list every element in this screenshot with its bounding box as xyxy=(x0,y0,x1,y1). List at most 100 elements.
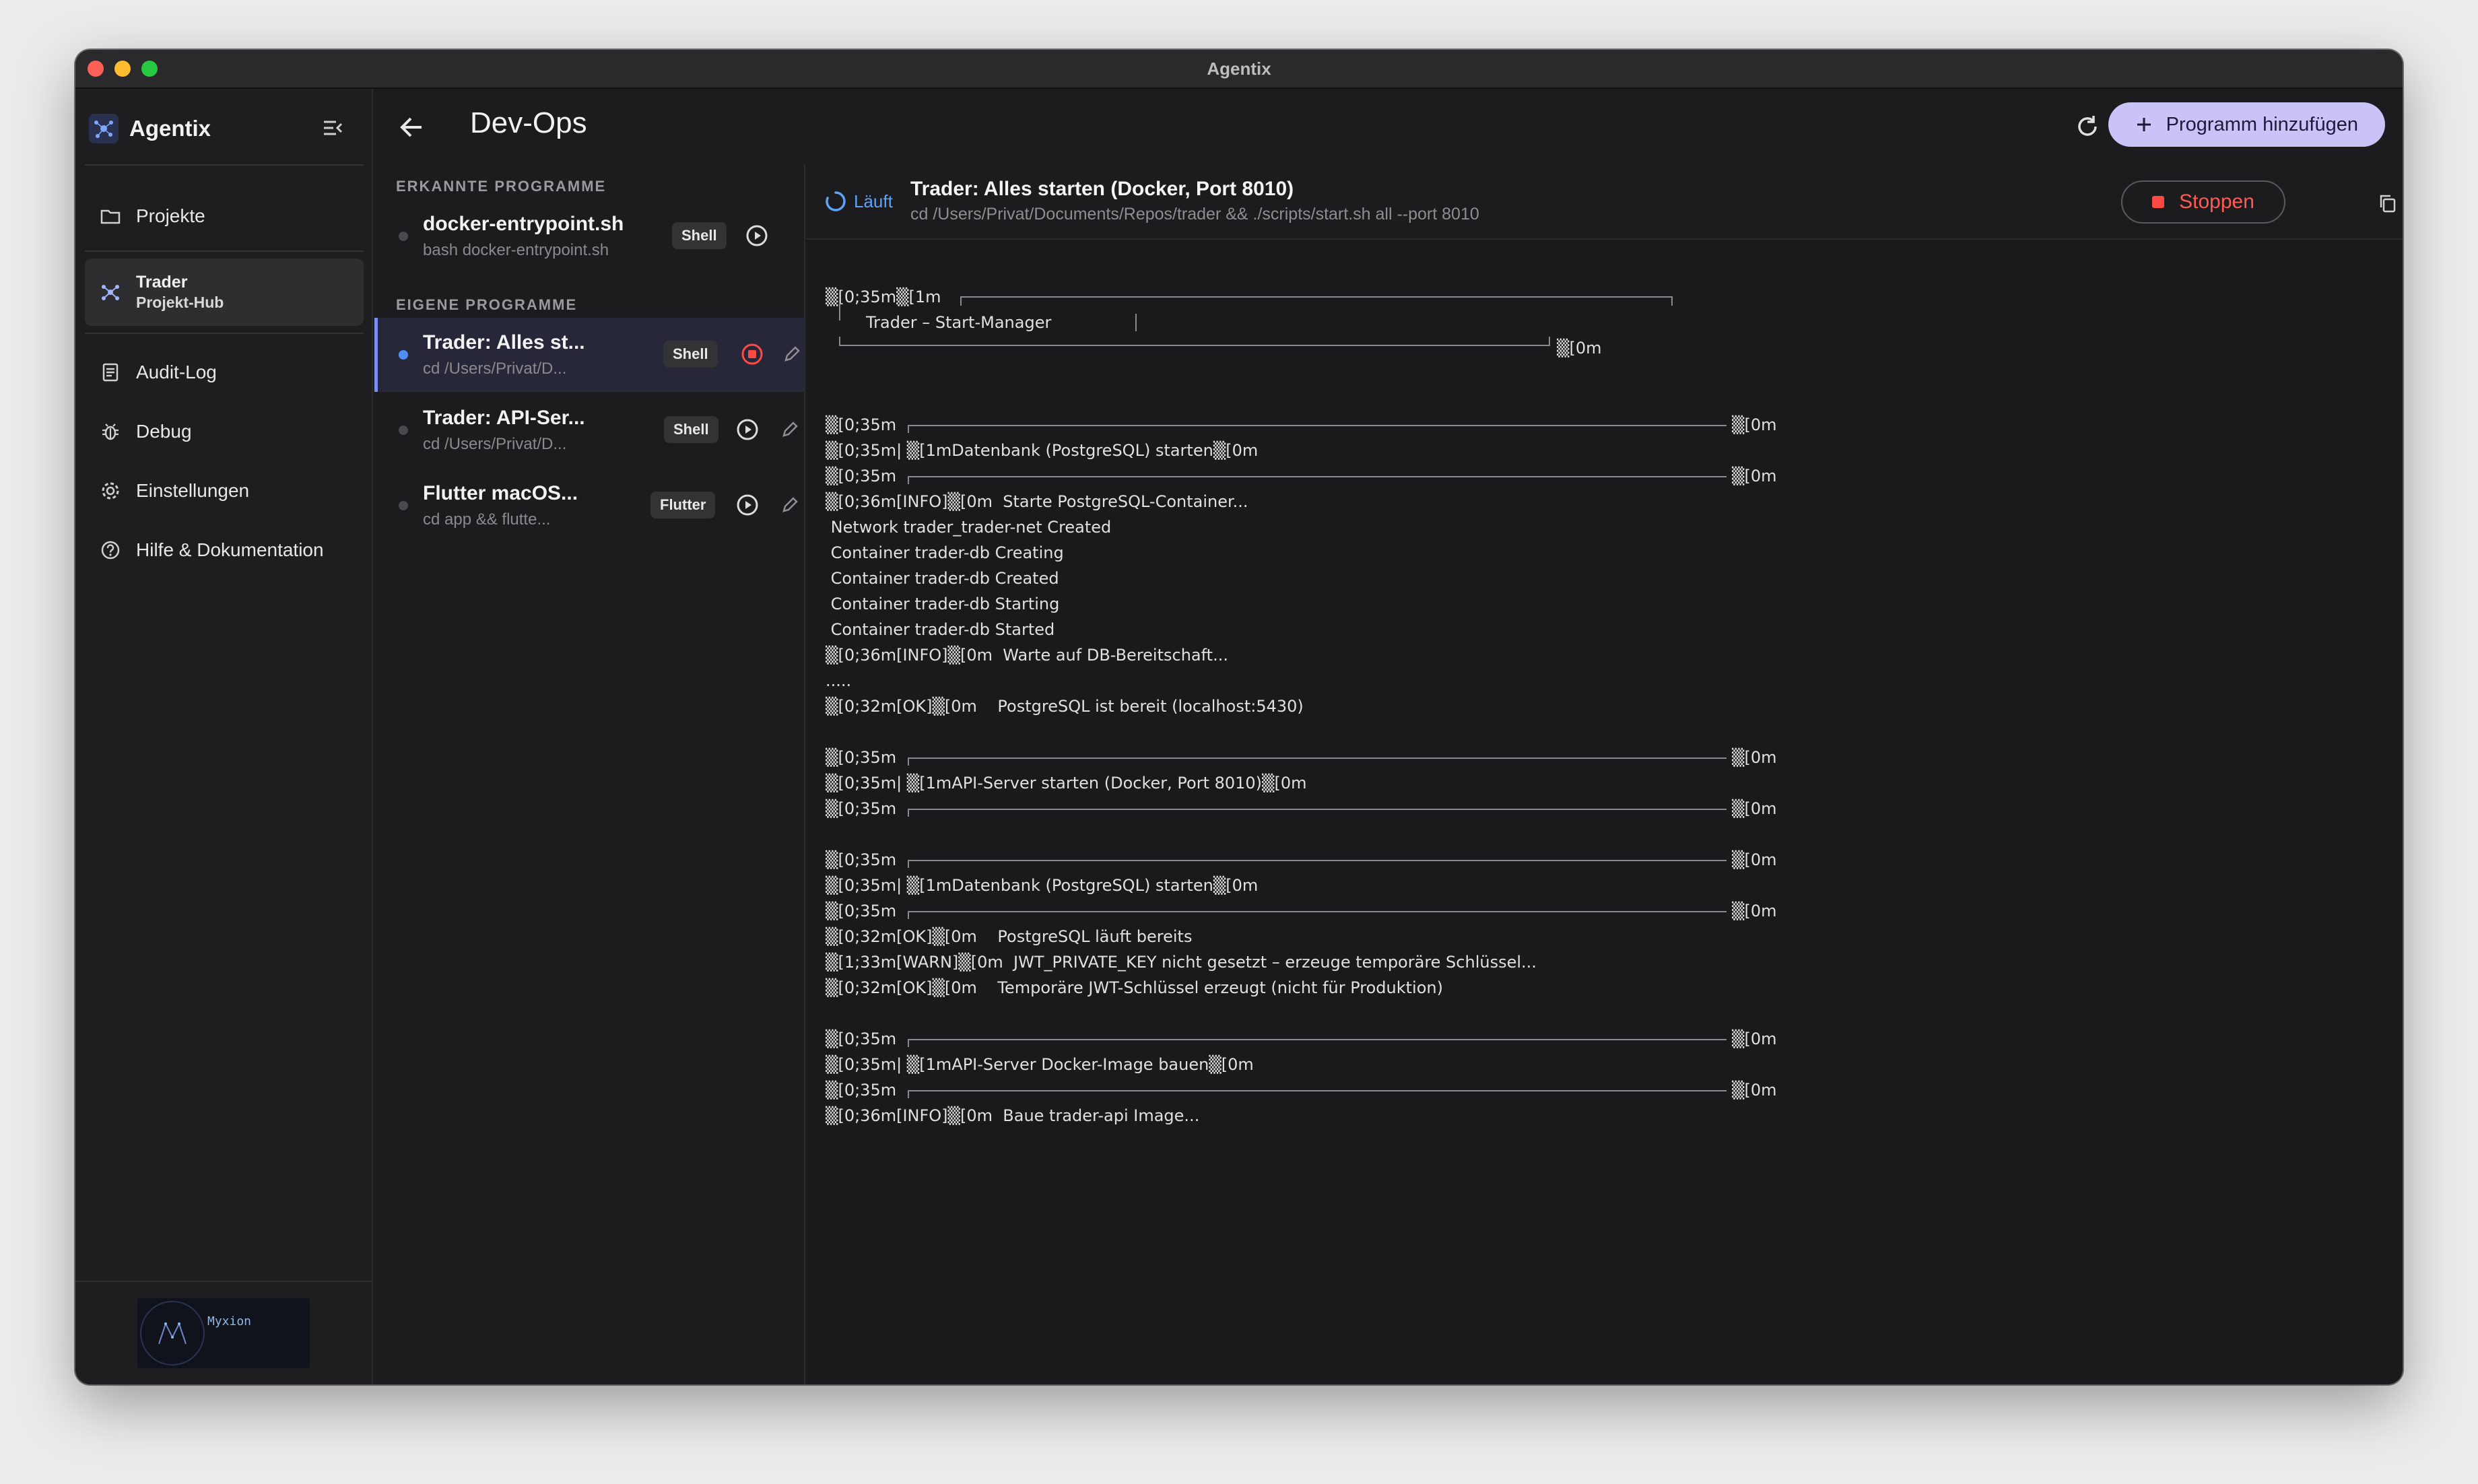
sidebar-item-audit-log[interactable]: Audit-Log xyxy=(85,349,364,396)
spinner-icon xyxy=(826,191,846,211)
app-window: Agentix Agentix Projekte Trader Projekt-… xyxy=(75,50,2403,1384)
log-line: ▒[0;35m▒[1m xyxy=(826,288,941,306)
banner-rule xyxy=(839,303,840,321)
log-line: ▒[0;35m| ▒[1mDatenbank (PostgreSQL) star… xyxy=(826,876,1259,895)
audit-log-icon xyxy=(102,363,119,382)
log-line-end: ▒[0m xyxy=(1732,850,1777,869)
banner-title: Trader – Start-Manager xyxy=(866,313,1052,332)
start-button[interactable] xyxy=(734,492,761,518)
log-rule xyxy=(908,911,1727,912)
stop-label: Stoppen xyxy=(2179,191,2254,213)
program-item-docker-entrypoint[interactable]: docker-entrypoint.sh bash docker-entrypo… xyxy=(374,199,804,273)
brand-name: Agentix xyxy=(129,116,211,141)
sidebar-item-label: Trader xyxy=(136,273,188,292)
bug-icon xyxy=(102,424,119,440)
program-item-trader-api[interactable]: Trader: API-Ser... cd /Users/Privat/D...… xyxy=(374,393,804,467)
log-rule xyxy=(908,757,1727,759)
detail-title: Trader: Alles starten (Docker, Port 8010… xyxy=(910,178,1294,200)
zoom-window-button[interactable] xyxy=(141,61,158,77)
banner-rule xyxy=(960,296,1673,298)
sidebar-item-label: Audit-Log xyxy=(136,362,217,382)
program-item-flutter-macos[interactable]: Flutter macOS... cd app && flutte... Flu… xyxy=(374,469,804,543)
pencil-icon xyxy=(784,346,800,362)
section-title-own: EIGENE PROGRAMME xyxy=(396,296,578,313)
banner-rule xyxy=(1135,314,1137,331)
log-line: Network trader_trader-net Created xyxy=(826,518,1112,537)
program-name: Trader: Alles st... xyxy=(423,331,585,353)
add-program-button[interactable]: Programm hinzufügen xyxy=(2108,102,2385,147)
copy-log-button[interactable] xyxy=(2376,191,2400,215)
sidebar-item-einstellungen[interactable]: Einstellungen xyxy=(85,467,364,514)
log-line: Container trader-db Created xyxy=(826,569,1059,588)
status-dot xyxy=(399,232,408,241)
sidebar-footer: Myxion xyxy=(75,1281,372,1384)
title-bar: Agentix xyxy=(75,50,2403,89)
log-line: ▒[0;35m xyxy=(826,1081,897,1100)
sidebar-item-label: Projekte xyxy=(136,205,205,226)
log-line: ▒[0;36m[INFO]▒[0m Baue trader-api Image.… xyxy=(826,1106,1200,1125)
sidebar-item-hilfe[interactable]: Hilfe & Dokumentation xyxy=(85,527,364,574)
close-window-button[interactable] xyxy=(88,61,104,77)
detail-command: cd /Users/Privat/Documents/Repos/trader … xyxy=(910,205,1479,224)
hub-icon xyxy=(102,285,119,300)
program-name: Flutter macOS... xyxy=(423,482,578,504)
log-line: ▒[0;35m xyxy=(826,1030,897,1048)
program-name: Trader: API-Ser... xyxy=(423,407,585,429)
detail-header: Läuft Trader: Alles starten (Docker, Por… xyxy=(807,164,2403,240)
banner-rule xyxy=(1671,296,1673,306)
log-line: ▒[0;35m xyxy=(826,902,897,920)
sidebar-item-label: Einstellungen xyxy=(136,480,250,501)
start-button[interactable] xyxy=(734,416,761,443)
add-program-label: Programm hinzufügen xyxy=(2166,113,2358,135)
log-line: ▒[0;35m xyxy=(826,415,897,434)
stop-square-icon xyxy=(2152,196,2165,208)
type-badge: Shell xyxy=(672,222,727,249)
log-line-end: ▒[0m xyxy=(1732,748,1777,767)
refresh-button[interactable] xyxy=(2073,112,2102,141)
type-badge: Flutter xyxy=(650,492,716,518)
sidebar-collapse-icon xyxy=(324,121,343,135)
log-rule xyxy=(908,809,1727,810)
stop-button[interactable] xyxy=(739,341,766,368)
sidebar-item-debug[interactable]: Debug xyxy=(85,408,364,455)
stop-process-button[interactable]: Stoppen xyxy=(2121,180,2285,224)
sidebar-item-trader[interactable]: Trader Projekt-Hub xyxy=(85,259,364,326)
banner-rule xyxy=(839,337,840,346)
log-rule xyxy=(908,476,909,484)
arrow-left-icon xyxy=(400,117,422,137)
sidebar-item-label: Hilfe & Dokumentation xyxy=(136,539,324,560)
edit-button[interactable] xyxy=(780,341,803,368)
sidebar-divider xyxy=(85,333,364,334)
status-label: Läuft xyxy=(854,191,893,211)
log-line: ▒[0;36m[INFO]▒[0m Warte auf DB-Bereitsch… xyxy=(826,646,1228,665)
log-line: ▒[0;32m[OK]▒[0m Temporäre JWT-Schlüssel … xyxy=(826,978,1443,997)
log-line: ▒[0;35m xyxy=(826,467,897,485)
log-rule xyxy=(908,425,909,433)
status-running: Läuft xyxy=(824,190,893,213)
type-badge: Shell xyxy=(664,416,718,443)
start-button[interactable] xyxy=(743,222,770,249)
minimize-window-button[interactable] xyxy=(114,61,131,77)
log-rule xyxy=(908,757,909,766)
gear-icon xyxy=(102,482,119,500)
pencil-icon xyxy=(782,421,798,437)
log-line: ▒[0;32m[OK]▒[0m PostgreSQL läuft bereits xyxy=(826,927,1193,946)
log-rule xyxy=(908,911,909,919)
edit-button[interactable] xyxy=(778,492,801,518)
collapse-sidebar-button[interactable] xyxy=(318,113,347,143)
status-dot xyxy=(399,426,408,435)
sidebar-item-projekte[interactable]: Projekte xyxy=(85,193,364,240)
banner-rule xyxy=(960,296,962,306)
program-command: cd /Users/Privat/D... xyxy=(423,435,567,453)
section-title-detected: ERKANNTE PROGRAMME xyxy=(396,178,607,195)
edit-button[interactable] xyxy=(778,416,801,443)
log-line-end: ▒[0m xyxy=(1732,799,1777,818)
program-item-trader-alles[interactable]: Trader: Alles st... cd /Users/Privat/D..… xyxy=(374,318,804,392)
back-button[interactable] xyxy=(395,110,428,144)
program-list: ERKANNTE PROGRAMME docker-entrypoint.sh … xyxy=(374,164,842,1384)
log-rule xyxy=(908,860,1727,861)
log-line-end: ▒[0m xyxy=(1732,415,1777,434)
log-line-end: ▒[0m xyxy=(1732,1030,1777,1048)
sidebar-item-sublabel: Projekt-Hub xyxy=(136,294,224,311)
program-command: cd app && flutte... xyxy=(423,510,551,529)
